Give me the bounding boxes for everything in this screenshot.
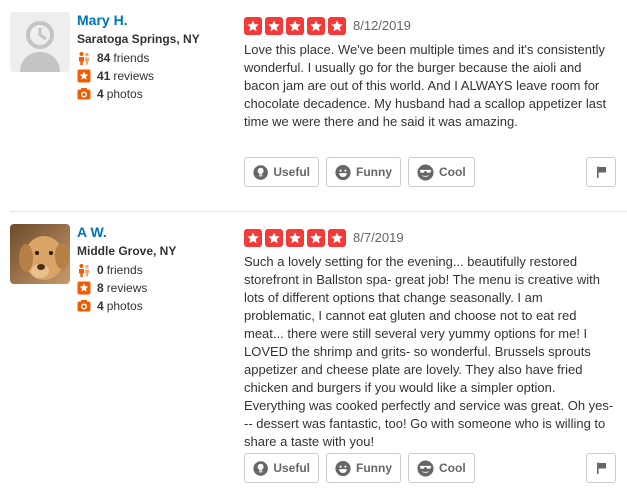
star-rating bbox=[244, 17, 349, 35]
cool-button[interactable]: Cool bbox=[408, 157, 475, 187]
photos-count-value: 4 bbox=[97, 299, 104, 313]
photos-label: photos bbox=[106, 299, 143, 313]
smiley-icon bbox=[335, 164, 351, 181]
star-icon bbox=[307, 229, 325, 247]
review-date: 8/7/2019 bbox=[353, 230, 404, 245]
review-star-icon bbox=[77, 281, 91, 295]
friends-count: 0 friends bbox=[77, 263, 143, 277]
funny-button[interactable]: Funny bbox=[326, 453, 401, 483]
star-icon bbox=[328, 229, 346, 247]
user-location: Middle Grove, NY bbox=[77, 244, 177, 258]
star-icon bbox=[286, 229, 304, 247]
user-location: Saratoga Springs, NY bbox=[77, 32, 200, 46]
star-icon bbox=[265, 229, 283, 247]
reviews-count-value: 41 bbox=[97, 69, 111, 83]
funny-button[interactable]: Funny bbox=[326, 157, 401, 187]
review-card: Mary H. Saratoga Springs, NY 84 friends … bbox=[0, 0, 627, 201]
dog-photo bbox=[10, 224, 70, 284]
smiley-icon bbox=[335, 460, 351, 477]
photos-label: photos bbox=[106, 87, 143, 101]
user-name[interactable]: A W. bbox=[77, 224, 107, 240]
report-button[interactable] bbox=[586, 157, 616, 187]
friends-label: friends bbox=[113, 51, 150, 65]
photos-count: 4 photos bbox=[77, 87, 143, 101]
friends-label: friends bbox=[106, 263, 143, 277]
sunglasses-icon bbox=[417, 460, 434, 477]
reviews-count: 41 reviews bbox=[77, 69, 154, 83]
camera-icon bbox=[77, 87, 91, 101]
star-icon bbox=[244, 229, 262, 247]
user-avatar[interactable] bbox=[10, 224, 70, 284]
lightbulb-icon bbox=[253, 460, 268, 477]
cool-label: Cool bbox=[439, 165, 466, 179]
review-card: A W. Middle Grove, NY 0 friends 8 review… bbox=[0, 212, 627, 497]
report-button[interactable] bbox=[586, 453, 616, 483]
review-date: 8/12/2019 bbox=[353, 18, 411, 33]
star-rating bbox=[244, 229, 349, 247]
review-text: Such a lovely setting for the evening...… bbox=[244, 254, 614, 449]
review-text: Love this place. We've been multiple tim… bbox=[244, 42, 607, 129]
star-icon bbox=[286, 17, 304, 35]
flag-icon bbox=[594, 461, 608, 475]
useful-button[interactable]: Useful bbox=[244, 157, 319, 187]
reviews-label: reviews bbox=[106, 281, 148, 295]
funny-label: Funny bbox=[356, 461, 392, 475]
star-icon bbox=[265, 17, 283, 35]
useful-button[interactable]: Useful bbox=[244, 453, 319, 483]
user-avatar[interactable] bbox=[10, 12, 70, 72]
friends-count: 84 friends bbox=[77, 51, 149, 65]
reviews-count: 8 reviews bbox=[77, 281, 147, 295]
user-name[interactable]: Mary H. bbox=[77, 12, 128, 28]
friends-icon bbox=[77, 51, 91, 65]
photos-count: 4 photos bbox=[77, 299, 143, 313]
useful-label: Useful bbox=[273, 461, 310, 475]
friends-count-value: 84 bbox=[97, 51, 111, 65]
lightbulb-icon bbox=[253, 164, 268, 181]
friends-icon bbox=[77, 263, 91, 277]
cool-label: Cool bbox=[439, 461, 466, 475]
reviews-count-value: 8 bbox=[97, 281, 104, 295]
default-user-icon bbox=[10, 12, 70, 72]
photos-count-value: 4 bbox=[97, 87, 104, 101]
reviews-label: reviews bbox=[113, 69, 155, 83]
friends-count-value: 0 bbox=[97, 263, 104, 277]
star-icon bbox=[307, 17, 325, 35]
camera-icon bbox=[77, 299, 91, 313]
sunglasses-icon bbox=[417, 164, 434, 181]
funny-label: Funny bbox=[356, 165, 392, 179]
review-star-icon bbox=[77, 69, 91, 83]
star-icon bbox=[328, 17, 346, 35]
flag-icon bbox=[594, 165, 608, 179]
useful-label: Useful bbox=[273, 165, 310, 179]
star-icon bbox=[244, 17, 262, 35]
cool-button[interactable]: Cool bbox=[408, 453, 475, 483]
